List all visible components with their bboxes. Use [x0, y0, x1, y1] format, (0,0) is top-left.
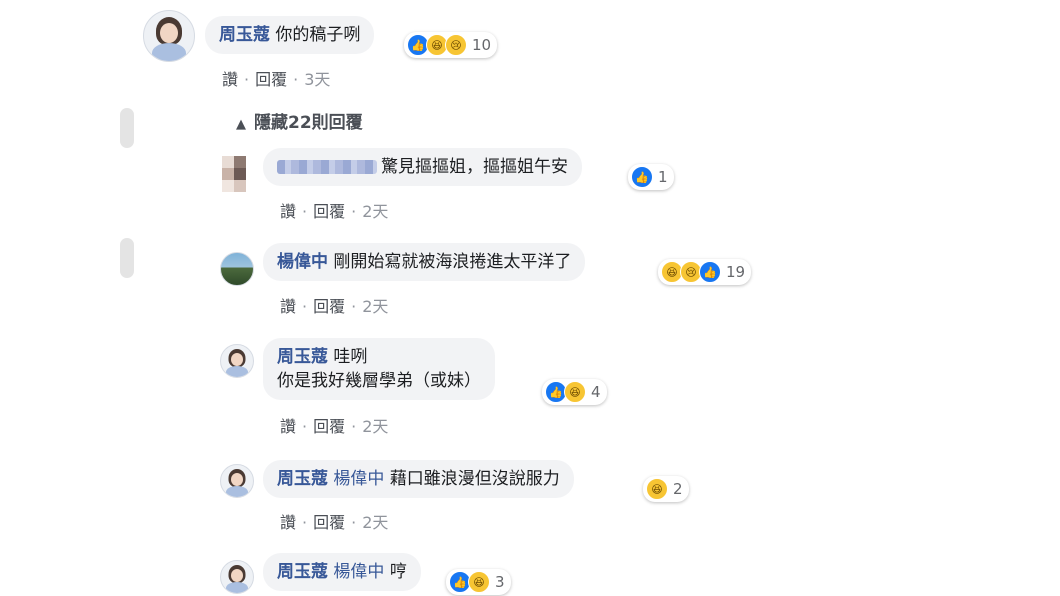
- separator: ·: [351, 202, 357, 221]
- reply-button[interactable]: 回覆: [313, 202, 345, 221]
- avatar[interactable]: [220, 344, 254, 378]
- separator: ·: [351, 297, 357, 316]
- reply-actions: 讚 · 回覆 · 2天: [280, 293, 388, 317]
- separator: ·: [302, 297, 308, 316]
- reply-text-line2: 你是我好幾層學弟（或妹）: [277, 371, 481, 391]
- reactions-summary[interactable]: 👍 1: [628, 164, 674, 190]
- timestamp[interactable]: 2天: [362, 297, 388, 316]
- like-button[interactable]: 讚: [280, 513, 296, 532]
- sad-reaction-icon: 😢: [445, 34, 467, 56]
- separator: ·: [302, 417, 308, 436]
- reaction-count: 19: [726, 263, 746, 281]
- hide-replies-toggle[interactable]: ▲ 隱藏22則回覆: [236, 108, 363, 133]
- reply-bubble: 周玉蔻 楊偉中 哼: [263, 553, 421, 591]
- like-button[interactable]: 讚: [222, 70, 238, 89]
- like-button[interactable]: 讚: [280, 417, 296, 436]
- reaction-count: 2: [673, 480, 683, 498]
- reaction-count: 4: [591, 383, 601, 401]
- comment-author[interactable]: 周玉蔻: [219, 25, 270, 45]
- like-reaction-icon: 👍: [699, 261, 721, 283]
- reply-text: 驚見摳摳姐，摳摳姐午安: [381, 157, 568, 177]
- background-mark: [120, 108, 134, 148]
- comment-bubble: 周玉蔻 你的稿子咧: [205, 16, 375, 54]
- blurred-name: [277, 160, 377, 174]
- reaction-count: 1: [658, 168, 668, 186]
- separator: ·: [302, 202, 308, 221]
- timestamp[interactable]: 2天: [362, 513, 388, 532]
- background-mark: [120, 238, 134, 278]
- reply-text: 哼: [389, 562, 407, 582]
- hide-replies-label: 隱藏22則回覆: [254, 113, 363, 133]
- mention-link[interactable]: 楊偉中: [333, 469, 384, 489]
- reply-actions: 讚 · 回覆 · 2天: [280, 509, 388, 533]
- reply-button[interactable]: 回覆: [255, 70, 287, 89]
- reply-author[interactable]: 周玉蔻: [277, 347, 328, 367]
- reply-button[interactable]: 回覆: [313, 297, 345, 316]
- reply-bubble: 周玉蔻 哇咧 你是我好幾層學弟（或妹）: [263, 338, 495, 400]
- reply-button[interactable]: 回覆: [313, 417, 345, 436]
- reactions-summary[interactable]: 👍 😆 4: [542, 379, 607, 405]
- like-button[interactable]: 讚: [280, 297, 296, 316]
- avatar[interactable]: [220, 464, 254, 498]
- reply-bubble: 驚見摳摳姐，摳摳姐午安: [263, 148, 582, 186]
- comment-actions: 讚 · 回覆 · 3天: [222, 66, 330, 90]
- like-reaction-icon: 👍: [631, 166, 653, 188]
- separator: ·: [351, 417, 357, 436]
- reply-text: 剛開始寫就被海浪捲進太平洋了: [333, 252, 572, 272]
- avatar[interactable]: [220, 252, 254, 286]
- reactions-summary[interactable]: 😆 2: [643, 476, 689, 502]
- reaction-count: 3: [495, 573, 505, 591]
- reply-bubble: 楊偉中 剛開始寫就被海浪捲進太平洋了: [263, 243, 586, 281]
- reply-bubble: 周玉蔻 楊偉中 藉口雖浪漫但沒說服力: [263, 460, 574, 498]
- chevron-up-icon: ▲: [236, 117, 246, 132]
- avatar[interactable]: [143, 10, 195, 62]
- timestamp[interactable]: 2天: [362, 417, 388, 436]
- haha-reaction-icon: 😆: [564, 381, 586, 403]
- comment-text: 你的稿子咧: [275, 25, 361, 45]
- haha-reaction-icon: 😆: [646, 478, 668, 500]
- reply-author[interactable]: 周玉蔻: [277, 562, 328, 582]
- haha-reaction-icon: 😆: [468, 571, 490, 593]
- reactions-summary[interactable]: 👍 😆 3: [446, 569, 511, 595]
- avatar[interactable]: [222, 156, 248, 192]
- reply-text: 藉口雖浪漫但沒說服力: [389, 469, 560, 489]
- reply-author[interactable]: 楊偉中: [277, 252, 328, 272]
- separator: ·: [293, 70, 299, 89]
- mention-link[interactable]: 楊偉中: [333, 562, 384, 582]
- reply-actions: 讚 · 回覆 · 2天: [280, 413, 388, 437]
- reply-text: 哇咧: [333, 347, 368, 367]
- avatar[interactable]: [220, 560, 254, 594]
- like-button[interactable]: 讚: [280, 202, 296, 221]
- reaction-count: 10: [472, 36, 492, 54]
- separator: ·: [302, 513, 308, 532]
- timestamp[interactable]: 3天: [304, 70, 330, 89]
- separator: ·: [351, 513, 357, 532]
- reactions-summary[interactable]: 😆 😢 👍 19: [658, 259, 752, 285]
- reply-button[interactable]: 回覆: [313, 513, 345, 532]
- timestamp[interactable]: 2天: [362, 202, 388, 221]
- reply-author[interactable]: 周玉蔻: [277, 469, 328, 489]
- separator: ·: [244, 70, 250, 89]
- reply-actions: 讚 · 回覆 · 2天: [280, 198, 388, 222]
- reactions-summary[interactable]: 👍 😆 😢 10: [404, 32, 498, 58]
